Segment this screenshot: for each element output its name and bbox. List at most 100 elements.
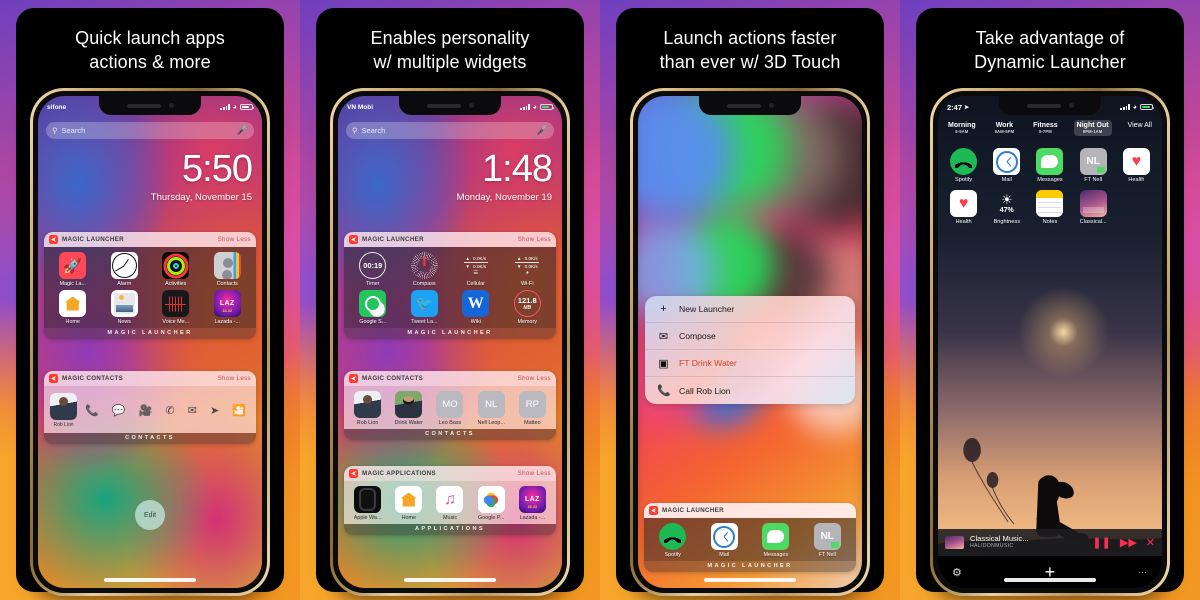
app-label: Mail xyxy=(1001,177,1012,183)
home-indicator[interactable] xyxy=(404,578,496,582)
launcher-item[interactable]: Google S... xyxy=(348,290,398,325)
widget-header: MAGIC APPLICATIONS Show Less xyxy=(344,466,556,481)
app-item[interactable]: Spotify xyxy=(943,148,984,183)
clock-widget-2: 1:48 Monday, November 19 xyxy=(457,150,553,203)
app-item[interactable]: Classical... xyxy=(1073,190,1114,225)
launcher-item[interactable]: ▲ 0.0K/s ▼ 0.0K/s ◕ Wi-Fi xyxy=(503,252,553,287)
launcher-item[interactable]: Compass xyxy=(400,252,450,287)
menu-item-compose[interactable]: ✉ Compose xyxy=(645,323,855,350)
message-icon[interactable]: 💬 xyxy=(112,404,126,417)
app-item[interactable]: Mail xyxy=(986,148,1027,183)
mail-icon[interactable]: ✉ xyxy=(188,404,197,417)
launcher-item[interactable]: NL FT Nell xyxy=(803,523,853,558)
launcher-item[interactable]: Voice Me... xyxy=(151,290,201,325)
carrier-label: VN Mobi xyxy=(347,103,373,111)
spotlight-search-bar-1[interactable]: ⚲ Search 🎤 xyxy=(46,122,254,139)
health-icon xyxy=(950,190,978,217)
app-item[interactable]: Health xyxy=(1116,148,1157,183)
launcher-item[interactable]: Messages xyxy=(751,523,801,558)
whatsapp-icon[interactable]: ✆ xyxy=(165,404,174,417)
launcher-item[interactable]: Spotify xyxy=(648,523,698,558)
phone-icon[interactable]: 📞 xyxy=(85,404,99,417)
show-less-button[interactable]: Show Less xyxy=(518,470,551,477)
launcher-item[interactable]: Activities xyxy=(151,252,201,287)
edit-button[interactable]: Edit xyxy=(135,500,165,530)
lazada-icon: 11.11 xyxy=(518,486,546,513)
contact-item[interactable]: Rob Lion xyxy=(348,391,387,426)
app-label: Spotify xyxy=(955,177,973,183)
launcher-item[interactable]: 00:19 Timer xyxy=(348,252,398,287)
tab-view-all[interactable]: View All xyxy=(1125,120,1155,131)
menu-item-ft-drink-water[interactable]: ▣ FT Drink Water xyxy=(645,350,855,377)
widget-magic-contacts-1[interactable]: MAGIC CONTACTS Show Less Rob Lion 📞 💬 🎥 … xyxy=(44,371,256,444)
app-item[interactable]: Health xyxy=(943,190,984,225)
tab-morning[interactable]: Morning 6-9AM xyxy=(945,120,979,136)
video-icon[interactable]: 🎥 xyxy=(139,404,153,417)
voice-memos-icon xyxy=(162,290,190,317)
application-item[interactable]: Music xyxy=(430,486,469,521)
launcher-item-label: Mail xyxy=(719,552,730,558)
launcher-item[interactable]: Contacts xyxy=(203,252,253,287)
launcher-item[interactable]: Mail xyxy=(700,523,750,558)
application-label: Google P... xyxy=(478,515,505,521)
show-less-button[interactable]: Show Less xyxy=(518,236,551,243)
magic-launcher-logo-icon xyxy=(349,235,358,244)
app-item[interactable]: ☀ 47% Brightness xyxy=(986,190,1027,225)
microphone-icon[interactable]: 🎤 xyxy=(537,125,548,136)
launcher-item[interactable]: Magic La... xyxy=(48,252,98,287)
more-icon[interactable]: ⋯ xyxy=(1138,567,1148,578)
widget-body: Spotify Mail Messages NL FT Nell xyxy=(644,518,856,561)
home-indicator[interactable] xyxy=(104,578,196,582)
tab-night-out[interactable]: Night Out 9PM-1AM xyxy=(1073,120,1112,136)
facetime-icon[interactable]: 🎦 xyxy=(232,404,246,417)
launcher-item[interactable]: News xyxy=(100,290,150,325)
microphone-icon[interactable]: 🎤 xyxy=(237,125,248,136)
show-less-button[interactable]: Show Less xyxy=(218,375,251,382)
now-playing-bar[interactable]: Classical Music... HALIDONMUSIC ❚❚ ▶▶ ✕ xyxy=(938,529,1162,556)
widget-magic-applications[interactable]: MAGIC APPLICATIONS Show Less Apple Wa... xyxy=(344,466,556,535)
widget-magic-contacts-2[interactable]: MAGIC CONTACTS Show Less Rob Lion Drink … xyxy=(344,371,556,440)
application-item[interactable]: 11.11 Lazada -... xyxy=(513,486,552,521)
menu-item-call-rob-lion[interactable]: 📞 Call Rob Lion xyxy=(645,377,855,404)
widget-magic-launcher-2[interactable]: MAGIC LAUNCHER Show Less 00:19 Timer Com… xyxy=(344,232,556,339)
apple-watch-icon xyxy=(354,486,382,513)
widget-magic-launcher-1[interactable]: MAGIC LAUNCHER Show Less Magic La... xyxy=(44,232,256,339)
close-icon[interactable]: ✕ xyxy=(1146,536,1155,549)
tab-work[interactable]: Work 9AM-5PM xyxy=(992,120,1018,136)
home-indicator[interactable] xyxy=(1004,578,1096,582)
tab-label: Work xyxy=(995,122,1014,129)
gear-icon[interactable]: ⚙ xyxy=(952,566,962,579)
app-item[interactable]: NL FT Nell xyxy=(1073,148,1114,183)
show-less-button[interactable]: Show Less xyxy=(518,375,551,382)
twitter-icon xyxy=(410,290,438,317)
launcher-item[interactable]: Tweet La... xyxy=(400,290,450,325)
telegram-icon[interactable]: ➤ xyxy=(210,404,219,417)
contact-entry[interactable]: Rob Lion xyxy=(50,393,77,428)
launcher-item[interactable]: 121.8 MB Memory xyxy=(503,290,553,325)
application-item[interactable]: Apple Wa... xyxy=(348,486,387,521)
menu-item-new-launcher[interactable]: + New Launcher xyxy=(645,296,855,323)
launcher-item[interactable]: 11.11 Lazada -... xyxy=(203,290,253,325)
launcher-item[interactable]: ▲ 0.0K/s ▼ 0.0K/s ☰ Cellular xyxy=(451,252,501,287)
tab-fitness[interactable]: Fitness 5-7PM xyxy=(1030,120,1061,136)
launcher-item[interactable]: Wiki xyxy=(451,290,501,325)
contact-item[interactable]: Drink Water xyxy=(389,391,428,426)
pause-icon[interactable]: ❚❚ xyxy=(1092,536,1110,549)
application-item[interactable]: Home xyxy=(389,486,428,521)
contact-item[interactable]: NL Nell Leop... xyxy=(472,391,511,426)
app-item[interactable]: Messages xyxy=(1029,148,1070,183)
iphone-device-4: 2:47 ➤ ◕ Morning 6-9AM Work 9AM-5PM Fitn… xyxy=(930,88,1170,596)
home-indicator[interactable] xyxy=(704,578,796,582)
contact-item[interactable]: RP Matteo xyxy=(513,391,552,426)
spotify-icon xyxy=(950,148,978,175)
quick-action-menu[interactable]: + New Launcher ✉ Compose ▣ FT Drink Wate… xyxy=(645,296,855,404)
contact-item[interactable]: MO Leo Bass xyxy=(430,391,469,426)
launcher-item[interactable]: Alarm xyxy=(100,252,150,287)
launcher-item[interactable]: Home xyxy=(48,290,98,325)
application-item[interactable]: Google P... xyxy=(472,486,511,521)
spotlight-search-bar-2[interactable]: ⚲ Search 🎤 xyxy=(346,122,554,139)
show-less-button[interactable]: Show Less xyxy=(218,236,251,243)
app-item[interactable]: Notes xyxy=(1029,190,1070,225)
widget-magic-launcher-3[interactable]: MAGIC LAUNCHER Spotify Mail Messages NL … xyxy=(644,503,856,572)
next-icon[interactable]: ▶▶ xyxy=(1120,536,1137,549)
